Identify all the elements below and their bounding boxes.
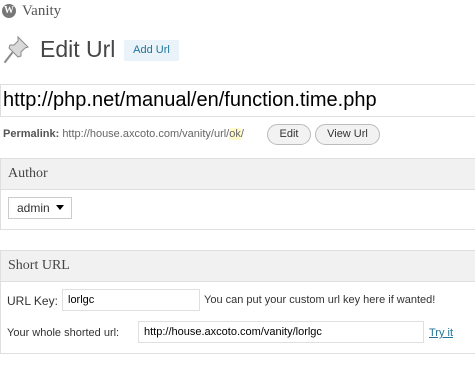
short-url-box-heading[interactable]: Short URL — [1, 251, 475, 282]
try-it-link[interactable]: Try it — [429, 327, 453, 339]
top-bar: W Vanity — [0, 0, 475, 24]
author-box-heading[interactable]: Author — [1, 159, 475, 190]
author-select-value: admin — [17, 201, 50, 215]
permalink-label: Permalink: — [3, 128, 60, 140]
permalink-row: Permalink: http://house.axcoto.com/vanit… — [3, 126, 244, 142]
edit-permalink-button[interactable]: Edit — [267, 124, 311, 145]
site-title[interactable]: Vanity — [22, 3, 61, 20]
whole-url-input[interactable]: http://house.axcoto.com/vanity/lorlgc — [138, 321, 424, 343]
url-key-label: URL Key: — [7, 294, 58, 308]
view-url-button[interactable]: View Url — [315, 124, 380, 145]
wordpress-logo-icon[interactable]: W — [2, 4, 16, 18]
dropdown-arrow-icon — [56, 205, 64, 210]
permalink-base-url: http://house.axcoto.com/vanity/url/ — [62, 128, 230, 140]
permalink-slug[interactable]: ok — [229, 128, 241, 140]
pushpin-icon — [4, 35, 29, 63]
permalink-trailing: / — [240, 128, 244, 140]
author-box: Author admin — [0, 158, 475, 230]
page-header: Edit Url — [0, 34, 475, 68]
add-url-button[interactable]: Add Url — [124, 40, 179, 61]
whole-url-label: Your whole shorted url: — [7, 327, 120, 339]
url-key-hint: You can put your custom url key here if … — [204, 294, 436, 306]
short-url-box: Short URL URL Key: lorlgc You can put yo… — [0, 250, 475, 354]
page-title: Edit Url — [40, 36, 116, 62]
url-title-input[interactable]: http://php.net/manual/en/function.time.p… — [0, 84, 475, 117]
author-select[interactable]: admin — [8, 197, 72, 219]
url-key-input[interactable]: lorlgc — [62, 289, 200, 311]
